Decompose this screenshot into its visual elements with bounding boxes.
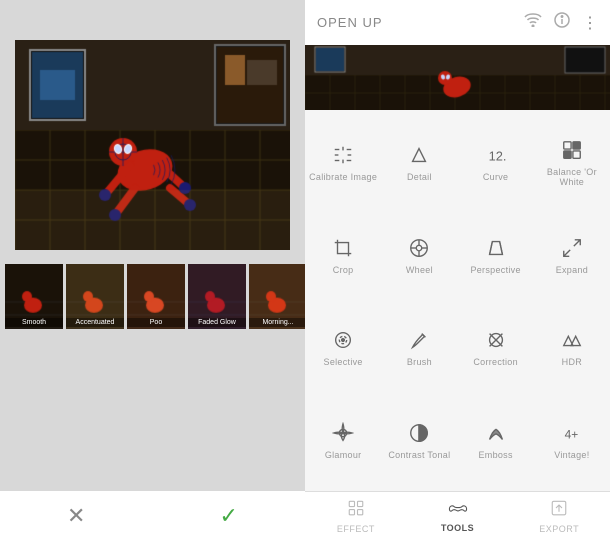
thumbnail-strip: Smooth Accentuated Poo Faded Glow Mornin… bbox=[0, 260, 305, 332]
vintage-icon: 4+ bbox=[561, 419, 583, 447]
glamour-label: Glamour bbox=[325, 450, 362, 460]
nav-export[interactable]: EXPORT bbox=[508, 492, 610, 541]
right-header: OPEN UP ⋮ bbox=[305, 0, 610, 45]
detail-label: Detail bbox=[407, 172, 432, 182]
thumb-label-1: Smooth bbox=[5, 318, 63, 327]
selective-icon bbox=[332, 326, 354, 354]
thumb-label-5: Morning... bbox=[249, 318, 305, 327]
selective-label: Selective bbox=[324, 357, 363, 367]
hdr-icon bbox=[561, 326, 583, 354]
perspective-icon bbox=[485, 234, 507, 262]
correction-label: Correction bbox=[473, 357, 518, 367]
thumb-label-3: Poo bbox=[127, 318, 185, 327]
bottom-bar: ✕ ✓ bbox=[0, 491, 305, 541]
wheel-label: Wheel bbox=[406, 265, 433, 275]
tool-correction[interactable]: Correction bbox=[458, 301, 534, 394]
effect-nav-label: EFFECT bbox=[337, 524, 375, 534]
tools-grid: Calibrate Image Detail 12. Curve Balance… bbox=[305, 110, 610, 491]
nav-effect[interactable]: EFFECT bbox=[305, 492, 407, 541]
bottom-nav: EFFECT TOOLS EXPORT bbox=[305, 491, 610, 541]
confirm-button[interactable]: ✓ bbox=[190, 495, 268, 537]
tool-contrast[interactable]: Contrast Tonal bbox=[381, 393, 457, 486]
tools-nav-icon bbox=[448, 500, 468, 521]
contrast-icon bbox=[408, 419, 430, 447]
nav-tools[interactable]: TOOLS bbox=[407, 492, 509, 541]
thumbnail-3[interactable]: Poo bbox=[127, 264, 185, 329]
tool-balance[interactable]: Balance 'Or White bbox=[534, 115, 610, 208]
svg-text:4+: 4+ bbox=[565, 428, 579, 442]
tool-hdr[interactable]: HDR bbox=[534, 301, 610, 394]
brush-icon bbox=[408, 326, 430, 354]
vintage-label: Vintage! bbox=[554, 450, 589, 460]
effect-nav-icon bbox=[347, 499, 365, 522]
emboss-icon bbox=[485, 419, 507, 447]
thumbnail-1[interactable]: Smooth bbox=[5, 264, 63, 329]
calibrate-label: Calibrate Image bbox=[309, 172, 377, 182]
expand-icon bbox=[561, 234, 583, 262]
header-icons: ⋮ bbox=[524, 12, 598, 33]
wifi-icon bbox=[524, 13, 542, 32]
more-icon[interactable]: ⋮ bbox=[582, 13, 598, 33]
tool-crop[interactable]: Crop bbox=[305, 208, 381, 301]
tool-detail[interactable]: Detail bbox=[381, 115, 457, 208]
detail-icon bbox=[408, 141, 430, 169]
thumbnail-2[interactable]: Accentuated bbox=[66, 264, 124, 329]
tool-calibrate[interactable]: Calibrate Image bbox=[305, 115, 381, 208]
tool-brush[interactable]: Brush bbox=[381, 301, 457, 394]
brush-label: Brush bbox=[407, 357, 432, 367]
curve-label: Curve bbox=[483, 172, 509, 182]
left-panel: Smooth Accentuated Poo Faded Glow Mornin… bbox=[0, 0, 305, 541]
balance-icon bbox=[561, 136, 583, 164]
thumb-label-4: Faded Glow bbox=[188, 318, 246, 327]
tool-curve[interactable]: 12. Curve bbox=[458, 115, 534, 208]
wheel-icon bbox=[408, 234, 430, 262]
export-nav-icon bbox=[550, 499, 568, 522]
thumbnail-4[interactable]: Faded Glow bbox=[188, 264, 246, 329]
tool-wheel[interactable]: Wheel bbox=[381, 208, 457, 301]
tool-selective[interactable]: Selective bbox=[305, 301, 381, 394]
cancel-button[interactable]: ✕ bbox=[37, 495, 115, 537]
header-title: OPEN UP bbox=[317, 15, 383, 30]
contrast-label: Contrast Tonal bbox=[388, 450, 450, 460]
perspective-label: Perspective bbox=[470, 265, 520, 275]
thumbnail-5[interactable]: Morning... bbox=[249, 264, 305, 329]
curve-icon: 12. bbox=[485, 141, 507, 169]
crop-label: Crop bbox=[333, 265, 354, 275]
export-nav-label: EXPORT bbox=[539, 524, 579, 534]
emboss-label: Emboss bbox=[478, 450, 512, 460]
tool-perspective[interactable]: Perspective bbox=[458, 208, 534, 301]
info-icon[interactable] bbox=[554, 12, 570, 33]
right-panel: OPEN UP ⋮ bbox=[305, 0, 610, 541]
tool-emboss[interactable]: Emboss bbox=[458, 393, 534, 486]
tool-vintage[interactable]: 4+ Vintage! bbox=[534, 393, 610, 486]
hdr-label: HDR bbox=[562, 357, 582, 367]
tool-expand[interactable]: Expand bbox=[534, 208, 610, 301]
balance-label: Balance 'Or White bbox=[536, 167, 608, 187]
crop-icon bbox=[332, 234, 354, 262]
calibrate-icon bbox=[332, 141, 354, 169]
correction-icon bbox=[485, 326, 507, 354]
preview-strip bbox=[305, 45, 610, 110]
tools-nav-label: TOOLS bbox=[441, 523, 474, 533]
svg-text:12.: 12. bbox=[488, 148, 506, 163]
expand-label: Expand bbox=[556, 265, 588, 275]
glamour-icon bbox=[332, 419, 354, 447]
main-image bbox=[15, 40, 290, 250]
thumb-label-2: Accentuated bbox=[66, 318, 124, 327]
tool-glamour[interactable]: Glamour bbox=[305, 393, 381, 486]
